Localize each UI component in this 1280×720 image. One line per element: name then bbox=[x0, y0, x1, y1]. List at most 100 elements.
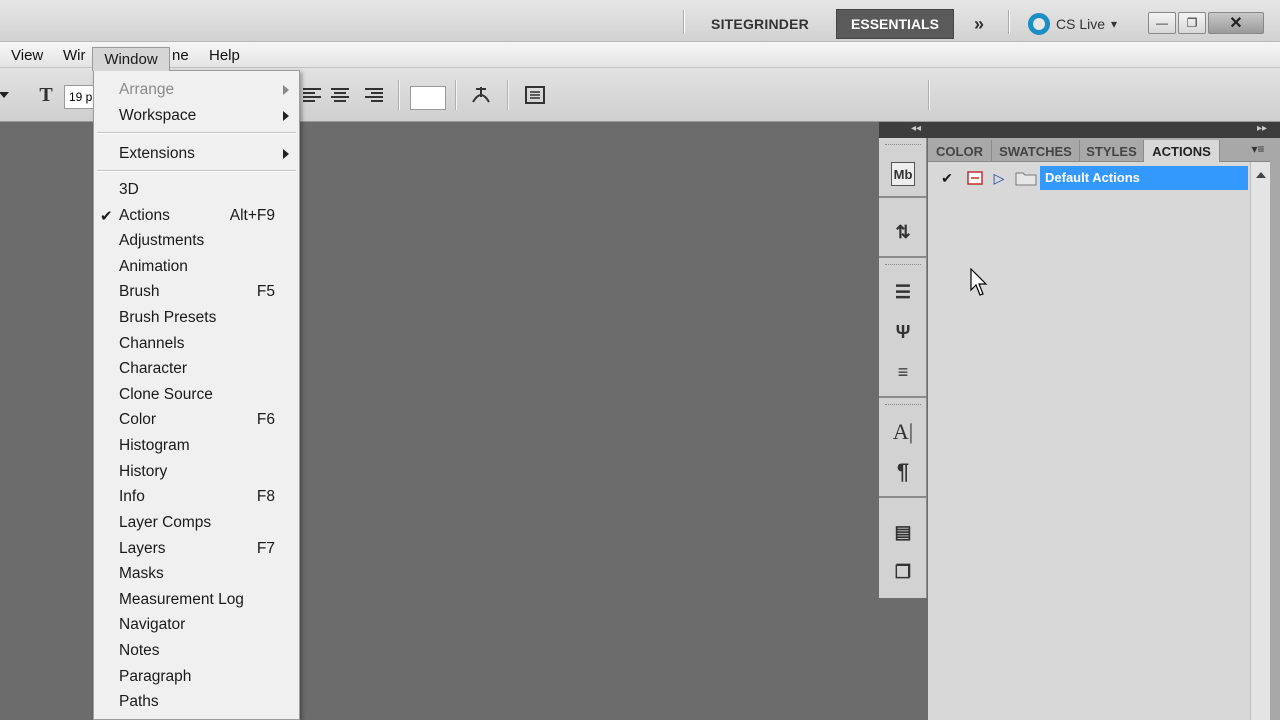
character-icon[interactable]: A| bbox=[891, 419, 915, 444]
layer-comps-icon[interactable]: ❐ bbox=[891, 560, 915, 584]
dock-divider bbox=[879, 196, 927, 198]
menu-item-label: Navigator bbox=[119, 616, 186, 633]
menu-window[interactable]: Window bbox=[92, 47, 170, 71]
brush-presets-icon[interactable]: ☰ bbox=[891, 280, 915, 304]
menu-item-label: Notes bbox=[119, 642, 160, 659]
menu-separator bbox=[97, 170, 296, 172]
menu-item-brush-presets[interactable]: Brush Presets bbox=[94, 307, 299, 331]
menu-item-history[interactable]: History bbox=[94, 461, 299, 485]
dock-grip bbox=[885, 264, 921, 268]
menu-separator bbox=[97, 132, 296, 134]
menu-item-label: Info bbox=[119, 488, 145, 505]
menu-item-character[interactable]: Character bbox=[94, 358, 299, 382]
menu-item-shortcut: Alt+F9 bbox=[229, 207, 275, 224]
menu-window-partial[interactable]: Wir bbox=[63, 46, 86, 66]
character-panel-icon[interactable] bbox=[523, 84, 547, 106]
collapse-left-icon[interactable]: ◂◂ bbox=[911, 123, 921, 134]
menu-item-label: Adjustments bbox=[119, 232, 205, 249]
menu-item-workspace[interactable]: Workspace bbox=[94, 105, 299, 129]
panel-menu-icon[interactable]: ▾≡ bbox=[1246, 142, 1270, 158]
menu-item-label: Color bbox=[119, 411, 157, 428]
menu-item-brush[interactable]: Brush F5 bbox=[94, 281, 299, 305]
cs-live-button[interactable]: CS Live ▾ bbox=[1028, 9, 1130, 39]
align-left-icon[interactable] bbox=[300, 84, 324, 106]
menu-item-color[interactable]: Color F6 bbox=[94, 409, 299, 433]
menu-item-actions[interactable]: ✔ Actions Alt+F9 bbox=[94, 205, 299, 229]
menu-item-extensions[interactable]: Extensions bbox=[94, 143, 299, 167]
tab-actions[interactable]: ACTIONS bbox=[1144, 140, 1220, 162]
collapse-right-icon[interactable]: ▸▸ bbox=[1257, 123, 1267, 134]
menu-view[interactable]: View bbox=[11, 46, 43, 66]
menu-item-notes[interactable]: Notes bbox=[94, 640, 299, 664]
text-color-swatch[interactable] bbox=[410, 86, 446, 110]
dropdown-arrow-icon[interactable] bbox=[0, 84, 16, 106]
dialog-toggle-icon[interactable] bbox=[964, 166, 986, 190]
menu-item-histogram[interactable]: Histogram bbox=[94, 435, 299, 459]
menu-item-animation[interactable]: Animation bbox=[94, 256, 299, 280]
align-center-icon[interactable] bbox=[328, 84, 352, 106]
menu-item-masks[interactable]: Masks bbox=[94, 563, 299, 587]
menu-item-label: Layers bbox=[119, 540, 166, 557]
menu-item-3d[interactable]: 3D bbox=[94, 179, 299, 203]
menu-item-label: Brush Presets bbox=[119, 309, 217, 326]
menu-item-navigator[interactable]: Navigator bbox=[94, 614, 299, 638]
chevron-down-icon: ▾ bbox=[1111, 17, 1118, 31]
warp-text-icon[interactable] bbox=[469, 84, 493, 106]
menu-item-label: Masks bbox=[119, 565, 164, 582]
menu-item-channels[interactable]: Channels bbox=[94, 333, 299, 357]
clone-source-icon[interactable]: ≡ bbox=[891, 360, 915, 384]
menu-item-label: Extensions bbox=[119, 145, 195, 162]
menu-item-label: Character bbox=[119, 360, 188, 377]
menu-item-label: Animation bbox=[119, 258, 188, 275]
submenu-arrow-icon bbox=[283, 111, 289, 121]
notes-icon[interactable]: ▤ bbox=[891, 520, 915, 544]
menu-item-info[interactable]: Info F8 bbox=[94, 486, 299, 510]
menu-item-label: Paragraph bbox=[119, 668, 192, 685]
tab-styles[interactable]: STYLES bbox=[1080, 140, 1144, 162]
menu-help-partial[interactable]: ne bbox=[172, 46, 189, 66]
dock-divider bbox=[879, 496, 927, 498]
align-right-icon[interactable] bbox=[362, 84, 386, 106]
menu-item-label: Measurement Log bbox=[119, 591, 244, 608]
menu-item-paragraph[interactable]: Paragraph bbox=[94, 666, 299, 690]
menu-item-clone-source[interactable]: Clone Source bbox=[94, 384, 299, 408]
cs-live-icon bbox=[1028, 13, 1050, 35]
menu-item-layers[interactable]: Layers F7 bbox=[94, 538, 299, 562]
menu-bar: View Wir ne Help bbox=[0, 42, 1280, 68]
restore-button[interactable]: ❐ bbox=[1178, 12, 1206, 34]
paragraph-icon[interactable]: ¶ bbox=[891, 459, 915, 484]
mini-bridge-icon[interactable]: Mb bbox=[891, 162, 915, 186]
tab-color[interactable]: COLOR bbox=[928, 140, 992, 162]
options-separator bbox=[398, 80, 400, 110]
tab-swatches[interactable]: SWATCHES bbox=[992, 140, 1080, 162]
menu-item-layer-comps[interactable]: Layer Comps bbox=[94, 512, 299, 536]
workspace-more-icon[interactable]: » bbox=[965, 9, 993, 39]
menu-item-shortcut: F5 bbox=[256, 283, 275, 300]
menu-item-label: Paths bbox=[119, 693, 159, 710]
title-separator bbox=[1008, 10, 1010, 34]
menu-item-label: Layer Comps bbox=[119, 514, 212, 531]
cs-live-label: CS Live bbox=[1056, 16, 1106, 32]
history-icon[interactable]: ⇅ bbox=[891, 220, 915, 244]
actions-scrollbar[interactable] bbox=[1250, 162, 1270, 720]
dock-divider bbox=[879, 256, 927, 258]
expand-triangle-icon[interactable]: ▷ bbox=[990, 166, 1008, 190]
menu-item-adjustments[interactable]: Adjustments bbox=[94, 230, 299, 254]
menu-item-paths[interactable]: Paths bbox=[94, 691, 299, 715]
toggle-check-icon[interactable]: ✔ bbox=[936, 166, 958, 190]
minimize-button[interactable]: — bbox=[1148, 12, 1176, 34]
close-button[interactable]: ✕ bbox=[1208, 12, 1264, 34]
menu-item-shortcut: F7 bbox=[256, 540, 275, 557]
brush-icon[interactable]: Ψ bbox=[891, 320, 915, 344]
workspace-essentials-button[interactable]: ESSENTIALS bbox=[836, 9, 954, 39]
menu-item-shortcut: F8 bbox=[256, 488, 275, 505]
action-set-name[interactable]: Default Actions bbox=[1040, 166, 1248, 190]
text-orientation-icon[interactable]: T bbox=[34, 84, 58, 106]
menu-item-label: Brush bbox=[119, 283, 160, 300]
submenu-arrow-icon bbox=[283, 85, 289, 95]
menu-item-measurement-log[interactable]: Measurement Log bbox=[94, 589, 299, 613]
menu-item-label: Arrange bbox=[119, 81, 175, 98]
menu-help[interactable]: Help bbox=[209, 46, 240, 66]
menu-item-label: Channels bbox=[119, 335, 185, 352]
workspace-sitegrinder-button[interactable]: SITEGRINDER bbox=[694, 9, 826, 39]
